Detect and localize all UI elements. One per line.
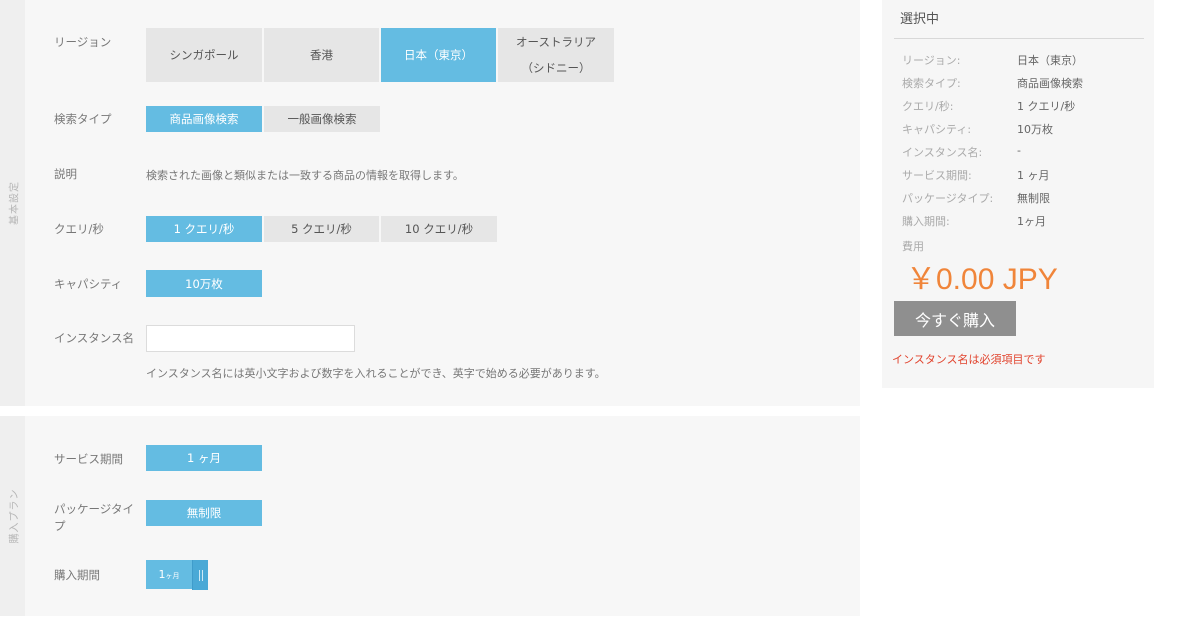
package-type-selector: 無制限: [146, 500, 262, 526]
summary-value-qps: 1 クエリ/秒: [1017, 100, 1076, 113]
service-period-selector: 1 ヶ月: [146, 445, 262, 471]
summary-key-search-type: 検索タイプ:: [902, 77, 961, 90]
basic-settings-tab-label: 基本設定: [9, 181, 20, 225]
summary-key-qps: クエリ/秒:: [902, 100, 954, 113]
summary-key-region: リージョン:: [902, 54, 961, 67]
search-type-selector: 商品画像検索 一般画像検索: [146, 106, 380, 132]
capacity-option-100k[interactable]: 10万枚: [146, 270, 262, 297]
price-total: ￥0.00 JPY: [906, 263, 1058, 296]
instance-name-label: インスタンス名: [54, 331, 135, 345]
summary-divider: [894, 38, 1144, 39]
summary-key-instance-name: インスタンス名:: [902, 146, 983, 159]
search-type-label: 検索タイプ: [54, 112, 112, 126]
summary-value-region: 日本（東京）: [1017, 54, 1083, 67]
basic-settings-tab: 基本設定: [0, 0, 25, 406]
purchase-plan-tab-label: 購入プラン: [9, 488, 20, 544]
description-text: 検索された画像と類似または一致する商品の情報を取得します。: [146, 169, 464, 182]
purchase-period-value-unit: ヶ月: [165, 572, 180, 580]
summary-value-service-period: 1 ヶ月: [1017, 169, 1050, 182]
summary-key-package-type: パッケージタイプ:: [902, 192, 994, 205]
summary-value-package-type: 無制限: [1017, 192, 1050, 205]
qps-option-10[interactable]: 10 クエリ/秒: [381, 216, 497, 242]
selection-summary-panel: 選択中 リージョン: 日本（東京） 検索タイプ: 商品画像検索 クエリ/秒: 1…: [882, 0, 1154, 388]
summary-value-purchase-period: 1ヶ月: [1017, 215, 1046, 228]
qps-selector: 1 クエリ/秒 5 クエリ/秒 10 クエリ/秒: [146, 216, 497, 242]
search-type-option-product[interactable]: 商品画像検索: [146, 106, 262, 132]
qps-label: クエリ/秒: [54, 222, 104, 236]
summary-value-instance-name: -: [1017, 144, 1021, 157]
summary-key-service-period: サービス期間:: [902, 169, 972, 182]
region-option-hongkong[interactable]: 香港: [264, 28, 379, 82]
capacity-label: キャパシティ: [54, 277, 123, 291]
purchase-period-value: 1ヶ月: [146, 560, 192, 589]
summary-title: 選択中: [900, 12, 940, 27]
service-period-label: サービス期間: [54, 452, 123, 466]
region-label: リージョン: [54, 35, 112, 49]
cost-label: 費用: [902, 240, 924, 253]
summary-key-purchase-period: 購入期間:: [902, 215, 950, 228]
description-label: 説明: [54, 167, 77, 181]
purchase-period-value-number: 1: [158, 568, 166, 581]
summary-key-capacity: キャパシティ:: [902, 123, 972, 136]
capacity-selector: 10万枚: [146, 270, 262, 297]
slider-handle[interactable]: [192, 560, 208, 590]
instance-name-input[interactable]: [146, 325, 355, 352]
instance-name-hint: インスタンス名には英小文字および数字を入れることができ、英字で始める必要がありま…: [146, 367, 606, 380]
purchase-period-label: 購入期間: [54, 568, 100, 582]
purchase-period-slider[interactable]: 1ヶ月: [146, 560, 208, 590]
summary-value-search-type: 商品画像検索: [1017, 77, 1083, 90]
region-option-singapore[interactable]: シンガポール: [146, 28, 262, 82]
package-type-label: パッケージタイプ: [54, 502, 135, 533]
region-selector: シンガポール 香港 日本（東京） オーストラリア（シドニー）: [146, 28, 614, 82]
service-period-option-1month[interactable]: 1 ヶ月: [146, 445, 262, 471]
package-type-option-unlimited[interactable]: 無制限: [146, 500, 262, 526]
search-type-option-general[interactable]: 一般画像検索: [264, 106, 380, 132]
summary-value-capacity: 10万枚: [1017, 123, 1053, 136]
purchase-plan-section: 購入プラン サービス期間 1 ヶ月 パッケージタイプ 無制限 購入期間 1ヶ月: [0, 416, 860, 616]
buy-now-button[interactable]: 今すぐ購入: [894, 301, 1016, 336]
basic-settings-section: 基本設定 リージョン シンガポール 香港 日本（東京） オーストラリア（シドニー…: [0, 0, 860, 406]
purchase-plan-tab: 購入プラン: [0, 416, 25, 616]
region-option-japan-tokyo[interactable]: 日本（東京）: [381, 28, 496, 82]
instance-name-required-error: インスタンス名は必須項目です: [892, 353, 1046, 366]
region-option-australia-sydney[interactable]: オーストラリア（シドニー）: [498, 28, 614, 82]
qps-option-1[interactable]: 1 クエリ/秒: [146, 216, 262, 242]
qps-option-5[interactable]: 5 クエリ/秒: [264, 216, 379, 242]
